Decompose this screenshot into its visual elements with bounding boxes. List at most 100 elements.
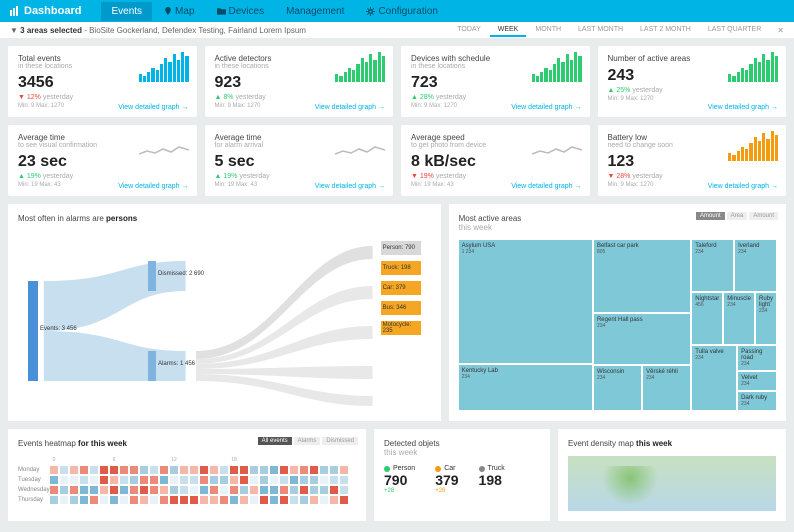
range-last-quarter[interactable]: LAST QUARTER [700, 24, 769, 37]
heatmap-cell[interactable] [340, 476, 348, 484]
heatmap-cell[interactable] [110, 496, 118, 504]
heatmap-cell[interactable] [180, 496, 188, 504]
close-icon[interactable]: ✕ [777, 26, 784, 35]
heatmap-cell[interactable] [240, 486, 248, 494]
tm-cell[interactable]: Taleford234 [692, 240, 733, 291]
tm-btn-area[interactable]: Area [727, 212, 748, 220]
heatmap-cell[interactable] [280, 466, 288, 474]
heatmap-cell[interactable] [310, 496, 318, 504]
heatmap-cell[interactable] [110, 466, 118, 474]
heatmap-cell[interactable] [330, 486, 338, 494]
tm-cell[interactable]: Kentucky Lab234 [459, 365, 592, 410]
heatmap-cell[interactable] [80, 476, 88, 484]
tm-btn-amount[interactable]: Amount [696, 212, 725, 220]
heatmap-cell[interactable] [220, 466, 228, 474]
heatmap-cell[interactable] [250, 496, 258, 504]
heatmap-cell[interactable] [310, 476, 318, 484]
heatmap-cell[interactable] [180, 486, 188, 494]
heatmap-cell[interactable] [290, 486, 298, 494]
view-detailed-link[interactable]: View detailed graph → [315, 183, 385, 190]
heatmap-cell[interactable] [250, 486, 258, 494]
heatmap-cell[interactable] [50, 486, 58, 494]
heatmap-cell[interactable] [330, 466, 338, 474]
heatmap-cell[interactable] [220, 476, 228, 484]
view-detailed-link[interactable]: View detailed graph → [315, 104, 385, 111]
heatmap-cell[interactable] [340, 496, 348, 504]
heatmap-cell[interactable] [90, 476, 98, 484]
heatmap-cell[interactable] [320, 476, 328, 484]
heatmap-cell[interactable] [50, 496, 58, 504]
tm-cell[interactable]: Passing road234 [738, 346, 776, 370]
heatmap-cell[interactable] [330, 496, 338, 504]
heatmap-cell[interactable] [140, 496, 148, 504]
heatmap-cell[interactable] [140, 486, 148, 494]
heatmap-cell[interactable] [140, 476, 148, 484]
heatmap-cell[interactable] [240, 466, 248, 474]
heatmap-cell[interactable] [60, 486, 68, 494]
heatmap-cell[interactable] [230, 496, 238, 504]
view-detailed-link[interactable]: View detailed graph → [708, 183, 778, 190]
heatmap-cell[interactable] [290, 476, 298, 484]
heatmap-cell[interactable] [160, 486, 168, 494]
heatmap-cell[interactable] [310, 486, 318, 494]
heatmap-cell[interactable] [280, 476, 288, 484]
heatmap-cell[interactable] [170, 476, 178, 484]
heatmap-cell[interactable] [120, 486, 128, 494]
heatmap-cell[interactable] [290, 496, 298, 504]
heatmap-cell[interactable] [110, 486, 118, 494]
heatmap-cell[interactable] [270, 476, 278, 484]
heatmap-cell[interactable] [70, 496, 78, 504]
tm-cell[interactable]: Belfast car park805 [594, 240, 690, 312]
heatmap-cell[interactable] [300, 466, 308, 474]
tm-cell[interactable]: Ruby light234 [756, 293, 776, 344]
range-today[interactable]: TODAY [449, 24, 488, 37]
heatmap-cell[interactable] [150, 486, 158, 494]
nav-map[interactable]: Map [154, 2, 204, 21]
heatmap-cell[interactable] [260, 486, 268, 494]
tm-cell[interactable]: Nightstar456 [692, 293, 722, 344]
heatmap-cell[interactable] [170, 496, 178, 504]
heatmap-cell[interactable] [230, 476, 238, 484]
heatmap-cell[interactable] [100, 476, 108, 484]
heatmap-cell[interactable] [210, 486, 218, 494]
tm-cell[interactable]: Dark ruby234 [738, 392, 776, 410]
heatmap-cell[interactable] [330, 476, 338, 484]
heatmap-cell[interactable] [340, 466, 348, 474]
heatmap-cell[interactable] [290, 466, 298, 474]
heatmap-cell[interactable] [230, 486, 238, 494]
heatmap-cell[interactable] [250, 466, 258, 474]
nav-devices[interactable]: Devices [207, 2, 275, 21]
heatmap-cell[interactable] [60, 466, 68, 474]
heatmap-cell[interactable] [170, 466, 178, 474]
heatmap-cell[interactable] [250, 476, 258, 484]
heatmap-cell[interactable] [240, 476, 248, 484]
heatmap-cell[interactable] [80, 496, 88, 504]
heatmap-cell[interactable] [200, 486, 208, 494]
heatmap-cell[interactable] [180, 466, 188, 474]
view-detailed-link[interactable]: View detailed graph → [511, 183, 581, 190]
heatmap-cell[interactable] [280, 486, 288, 494]
heatmap-cell[interactable] [320, 486, 328, 494]
hm-btn-alarms[interactable]: Alarms [294, 437, 321, 445]
heatmap-cell[interactable] [130, 476, 138, 484]
tm-cell[interactable]: Minuscle234 [724, 293, 754, 344]
heatmap-cell[interactable] [340, 486, 348, 494]
tm-cell[interactable]: Velvet234 [738, 372, 776, 390]
heatmap-cell[interactable] [90, 496, 98, 504]
heatmap-cell[interactable] [80, 466, 88, 474]
nav-management[interactable]: Management [276, 2, 354, 21]
heatmap-cell[interactable] [200, 466, 208, 474]
range-week[interactable]: WEEK [490, 24, 527, 37]
heatmap-cell[interactable] [310, 466, 318, 474]
heatmap-cell[interactable] [190, 466, 198, 474]
heatmap-cell[interactable] [210, 466, 218, 474]
heatmap-cell[interactable] [190, 476, 198, 484]
heatmap-cell[interactable] [170, 486, 178, 494]
heatmap-cell[interactable] [120, 496, 128, 504]
heatmap-cell[interactable] [130, 486, 138, 494]
heatmap-cell[interactable] [210, 476, 218, 484]
heatmap-cell[interactable] [90, 486, 98, 494]
heatmap-cell[interactable] [150, 466, 158, 474]
heatmap-cell[interactable] [260, 476, 268, 484]
heatmap-cell[interactable] [260, 496, 268, 504]
